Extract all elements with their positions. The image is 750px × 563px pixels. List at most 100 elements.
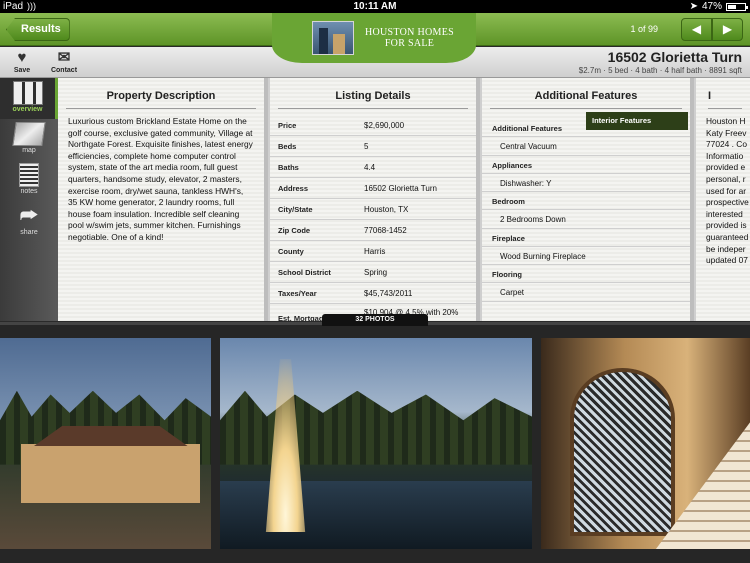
feature-item: Dishwasher: Y (482, 174, 690, 192)
skyline-logo-icon (312, 21, 354, 55)
panel-title: Additional Features (490, 90, 682, 109)
notes-icon (19, 163, 39, 187)
property-description-panel[interactable]: Property Description Luxurious custom Br… (58, 78, 268, 321)
description-text: Luxurious custom Brickland Estate Home o… (68, 116, 253, 242)
table-row: Beds 5 (270, 136, 476, 157)
additional-features-panel[interactable]: Additional Features Interior Features Ad… (482, 78, 694, 321)
row-label: City/State (278, 204, 313, 214)
app-window: iPad))) 10:11 AM ➤ 47% Results 1 of 99 ◀… (0, 0, 750, 563)
table-row: County Harris (270, 241, 476, 262)
location-icon: ➤ (689, 1, 698, 12)
panel-title: I (708, 90, 742, 109)
photo-fountain[interactable] (220, 338, 532, 549)
feature-heading: Appliances (482, 156, 690, 174)
panel-title: Listing Details (278, 90, 468, 109)
sidebar-item-overview[interactable]: overview (0, 78, 58, 119)
feature-item: Central Vacuum (482, 137, 690, 156)
detail-panels: Property Description Luxurious custom Br… (58, 78, 750, 321)
sidebar-item-label: notes (20, 188, 38, 195)
row-value: $2,690,000 (364, 120, 405, 130)
feature-heading: Flooring (482, 265, 690, 283)
next-listing-button[interactable]: ▶ (712, 18, 743, 41)
table-row: Price $2,690,000 (270, 115, 476, 136)
info-line: provided is (706, 220, 747, 231)
info-line: interested (706, 208, 743, 219)
row-label: Price (278, 120, 297, 130)
info-line: provided e (706, 162, 746, 173)
status-bar: iPad))) 10:11 AM ➤ 47% (0, 0, 750, 13)
feature-item: Carpet (482, 283, 690, 302)
map-icon (12, 122, 46, 146)
document-icon (12, 81, 43, 105)
photo-strip[interactable] (0, 322, 750, 563)
sidebar: overview map notes ⮫ share (0, 78, 58, 321)
share-icon: ⮫ (19, 205, 39, 227)
feature-heading: Bedroom (482, 192, 690, 210)
photo-exterior[interactable] (0, 338, 211, 549)
heart-icon: ♥ (17, 49, 27, 66)
battery-fill (728, 4, 736, 9)
photo-water (220, 481, 532, 549)
info-line: personal, r (706, 173, 746, 184)
listing-summary: $2.7m · 5 bed · 4 bath · 4 half bath · 8… (578, 66, 742, 75)
info-line: be indeper (706, 243, 746, 254)
right-arrow-icon: ▶ (722, 22, 733, 36)
info-line: guaranteed (706, 231, 749, 242)
contact-button[interactable]: ✉ Contact (48, 49, 80, 74)
contact-label: Contact (50, 67, 78, 74)
info-line: updated 07 (706, 255, 748, 266)
save-label: Save (13, 67, 31, 74)
table-row: Address 16502 Glorietta Turn (270, 178, 476, 199)
panel-title: Property Description (66, 90, 256, 109)
row-value: $45,743/2011 (364, 288, 413, 298)
row-value: 4.4 (364, 162, 376, 172)
photos-count-tab[interactable]: 32 PHOTOS (322, 314, 428, 326)
sidebar-item-label: map (22, 147, 36, 154)
row-label: Address (278, 183, 309, 193)
row-value: 16502 Glorietta Turn (364, 183, 437, 193)
photo-house (21, 443, 201, 503)
row-value: Houston, TX (364, 204, 409, 214)
houston-homes-logo: HOUSTON HOMES FOR SALE (272, 13, 476, 63)
row-value: 77068-1452 (364, 225, 407, 235)
clock: 10:11 AM (353, 1, 397, 12)
sidebar-item-notes[interactable]: notes (0, 160, 58, 201)
row-value: Spring (364, 267, 388, 277)
feature-item: 2 Bedrooms Down (482, 210, 690, 229)
info-line: used for ar (706, 185, 747, 196)
sidebar-item-share[interactable]: ⮫ share (0, 201, 58, 242)
info-line: Informatio (706, 150, 744, 161)
row-label: County (278, 246, 304, 256)
interior-features-tab[interactable]: Interior Features (586, 112, 688, 130)
battery-icon (726, 2, 748, 11)
save-button[interactable]: ♥ Save (10, 49, 34, 74)
previous-listing-button[interactable]: ◀ (681, 18, 712, 41)
logo-text: HOUSTON HOMES FOR SALE (364, 27, 454, 49)
photo-trees (220, 390, 532, 465)
envelope-icon: ✉ (57, 49, 71, 66)
feature-heading: Fireplace (482, 229, 690, 247)
table-row: City/State Houston, TX (270, 199, 476, 220)
table-row: Taxes/Year $45,743/2011 (270, 283, 476, 304)
left-arrow-icon: ◀ (691, 22, 702, 36)
row-value: Harris (364, 246, 386, 256)
listing-details-panel[interactable]: Listing Details Price $2,690,000 Beds 5 Bath… (270, 78, 480, 321)
sidebar-item-map[interactable]: map (0, 119, 58, 160)
features-list: Additional Features Central Vacuum Applian… (482, 119, 690, 302)
row-value: 5 (364, 141, 369, 151)
results-back-button[interactable]: Results (6, 18, 70, 41)
sidebar-item-label: overview (12, 106, 43, 113)
row-label: Baths (278, 162, 299, 172)
more-info-text: Houston H Katy Freev 77024 . Co Informatio p… (696, 109, 750, 274)
table-row: Baths 4.4 (270, 157, 476, 178)
sidebar-item-label: share (20, 229, 38, 236)
row-label: School District (278, 267, 331, 277)
table-row: Zip Code 77068-1452 (270, 220, 476, 241)
feature-item: Wood Burning Fireplace (482, 247, 690, 265)
more-info-panel[interactable]: I Houston H Katy Freev 77024 . Co Informati… (696, 78, 750, 321)
battery-percent: 47% (701, 1, 722, 12)
battery-area: ➤ 47% (689, 0, 748, 13)
table-row: School District Spring (270, 262, 476, 283)
info-line: 77024 . Co (706, 139, 747, 150)
photo-entry[interactable] (541, 338, 750, 549)
